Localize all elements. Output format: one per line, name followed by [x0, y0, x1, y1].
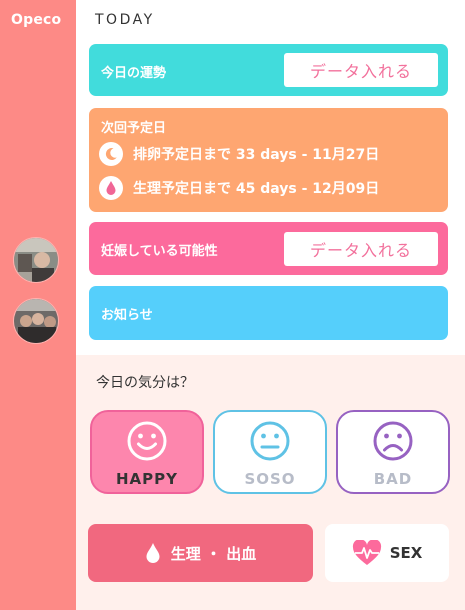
pregnancy-title: 妊娠している可能性: [101, 244, 218, 259]
next-date-title: 次回予定日: [101, 121, 167, 136]
period-bleeding-label: 生理 ・ 出血: [170, 544, 257, 563]
fortune-title: 今日の運勢: [101, 66, 167, 81]
mood-bad-label: BAD: [373, 470, 413, 488]
notice-title: お知らせ: [101, 308, 153, 323]
sad-face-icon: [372, 420, 414, 466]
mood-happy-button[interactable]: HAPPY: [90, 410, 204, 494]
neutral-face-icon: [249, 420, 291, 466]
ovulation-text: 排卵予定日まで 33 days - 11月27日: [133, 147, 380, 163]
period-row: 生理予定日まで 45 days - 12月09日: [99, 176, 379, 200]
avatar[interactable]: [13, 298, 59, 344]
fortune-card[interactable]: 今日の運勢 データ入れる: [89, 44, 448, 96]
app-logo: Opeco: [11, 12, 62, 28]
sidebar: Opeco: [0, 0, 76, 610]
pregnancy-data-button[interactable]: データ入れる: [284, 232, 438, 266]
heartbeat-icon: [352, 540, 382, 566]
sex-button[interactable]: SEX: [325, 524, 449, 582]
smile-face-icon: [126, 420, 168, 466]
mood-question: 今日の気分は？: [96, 375, 194, 391]
mood-soso-label: SOSO: [244, 470, 296, 488]
next-date-card: 次回予定日 排卵予定日まで 33 days - 11月27日 生理予定日まで 4…: [89, 108, 448, 212]
drop-icon: [145, 542, 161, 564]
mood-bad-button[interactable]: BAD: [336, 410, 450, 494]
drop-icon: [99, 176, 123, 200]
ovulation-row: 排卵予定日まで 33 days - 11月27日: [99, 142, 379, 166]
period-bleeding-button[interactable]: 生理 ・ 出血: [88, 524, 313, 582]
mood-happy-label: HAPPY: [115, 470, 178, 488]
moon-icon: [99, 142, 123, 166]
period-text: 生理予定日まで 45 days - 12月09日: [133, 181, 380, 197]
fortune-data-button[interactable]: データ入れる: [284, 53, 438, 87]
mood-soso-button[interactable]: SOSO: [213, 410, 327, 494]
pregnancy-card[interactable]: 妊娠している可能性 データ入れる: [89, 222, 448, 275]
sex-label: SEX: [389, 544, 423, 562]
today-heading: TODAY: [95, 12, 155, 28]
avatar[interactable]: [13, 237, 59, 283]
notice-card[interactable]: お知らせ: [89, 286, 448, 340]
